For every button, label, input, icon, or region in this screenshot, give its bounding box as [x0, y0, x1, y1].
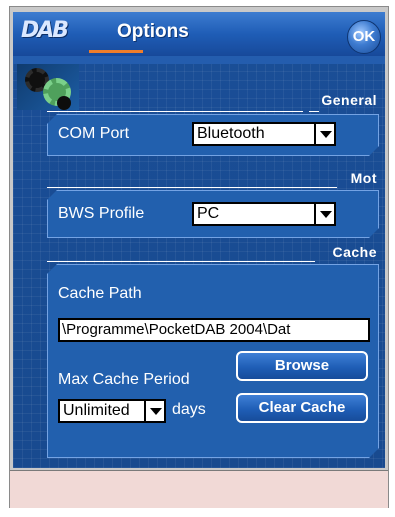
chevron-down-icon[interactable]	[314, 124, 334, 144]
section-title-cache: Cache	[332, 244, 377, 260]
page-title: Options	[117, 21, 189, 42]
cache-path-label: Cache Path	[58, 285, 142, 302]
chevron-down-icon[interactable]	[144, 401, 164, 421]
cache-period-select[interactable]: Unlimited	[58, 399, 166, 423]
cache-period-value: Unlimited	[63, 402, 130, 419]
title-banner	[13, 56, 385, 64]
clear-cache-button[interactable]: Clear Cache	[236, 393, 368, 423]
mot-group: BWS Profile PC	[47, 190, 379, 238]
section-divider-mot	[47, 187, 337, 188]
title-underline	[89, 50, 143, 53]
title-bar: DAB Options OK	[13, 12, 385, 56]
max-cache-period-label: Max Cache Period	[58, 371, 190, 388]
cache-group: Cache Path \Programme\PocketDAB 2004\Dat…	[47, 264, 379, 458]
chevron-down-icon[interactable]	[314, 204, 334, 224]
section-divider-cache	[47, 261, 315, 262]
com-port-select[interactable]: Bluetooth	[192, 122, 336, 146]
dab-logo: DAB	[21, 18, 69, 43]
bws-profile-label: BWS Profile	[58, 205, 145, 222]
gear-small-icon	[57, 96, 71, 110]
gear-icon	[17, 64, 79, 110]
com-port-value: Bluetooth	[197, 125, 265, 142]
section-divider-general-left	[309, 111, 319, 112]
bws-profile-value: PC	[197, 205, 220, 222]
browse-button[interactable]: Browse	[236, 351, 368, 381]
ok-button[interactable]: OK	[347, 20, 381, 54]
options-screen: DAB Options OK General COM Port Bluetoot…	[13, 12, 385, 468]
bws-profile-select[interactable]: PC	[192, 202, 336, 226]
footer-bar	[10, 470, 388, 508]
section-title-general: General	[321, 92, 377, 108]
com-port-label: COM Port	[58, 125, 130, 142]
cache-path-input[interactable]: \Programme\PocketDAB 2004\Dat	[58, 318, 370, 342]
general-group: COM Port Bluetooth	[47, 114, 379, 156]
days-label: days	[172, 401, 206, 418]
section-title-mot: Mot	[350, 170, 377, 186]
section-divider-general	[47, 111, 303, 112]
